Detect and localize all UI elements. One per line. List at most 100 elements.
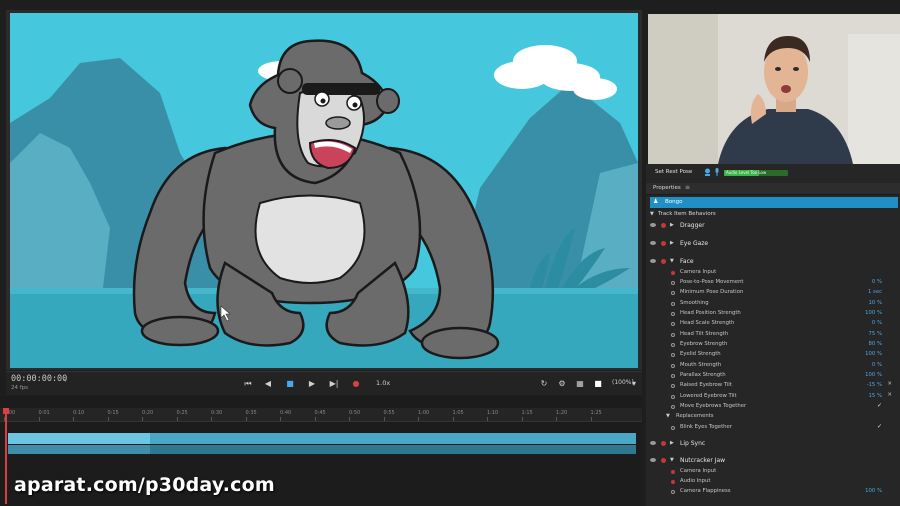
chevron-right-icon[interactable]: ▶ [670, 240, 674, 246]
behavior-row[interactable]: ▼ Face [646, 257, 900, 267]
parameter-row[interactable]: Raised Eyebrow Tilt -15 % ✕ [646, 381, 900, 391]
parameter-value[interactable]: 15 % [869, 393, 882, 399]
keyframe-icon[interactable] [671, 280, 675, 285]
microphone-icon[interactable] [714, 168, 720, 176]
parameter-value[interactable]: 100 % [865, 310, 882, 316]
close-icon[interactable]: ✕ [887, 392, 892, 398]
keyframe-icon[interactable] [671, 405, 675, 410]
playback-speed[interactable]: 1.0x [376, 379, 390, 387]
background-toggle-button[interactable]: ■ [592, 378, 604, 390]
record-icon[interactable] [671, 479, 675, 484]
play-button[interactable]: ▶ [306, 378, 318, 390]
zoom-menu-button[interactable]: ▾ [628, 378, 640, 390]
keyframe-icon[interactable] [671, 301, 675, 306]
chevron-right-icon[interactable]: ▶ [670, 440, 674, 446]
keyframe-icon[interactable] [671, 363, 675, 368]
track-item-behaviors-header[interactable]: ▼ Track Item Behaviors [646, 209, 900, 219]
parameter-row[interactable]: Pose-to-Pose Movement 0 % [646, 278, 900, 288]
eye-icon[interactable] [650, 241, 656, 245]
timecode-menu-icon[interactable]: ▾ [64, 377, 67, 384]
parameter-value[interactable]: 10 % [869, 300, 882, 306]
parameter-row[interactable]: Head Position Strength 100 % [646, 309, 900, 319]
eye-icon[interactable] [650, 223, 656, 227]
checkbox[interactable]: ✓ [877, 423, 882, 430]
parameter-row[interactable]: Camera Input [646, 268, 900, 278]
parameter-row[interactable]: Minimum Pose Duration 1 sec [646, 288, 900, 298]
parameter-row[interactable]: Lowered Eyebrow Tilt 15 % ✕ [646, 392, 900, 402]
parameter-value[interactable]: 0 % [872, 362, 882, 368]
parameter-value[interactable]: 100 % [865, 351, 882, 357]
parameter-row[interactable]: Head Scale Strength 0 % [646, 319, 900, 329]
parameter-value[interactable]: 100 % [865, 372, 882, 378]
keyframe-icon[interactable] [671, 425, 675, 430]
parameter-row[interactable]: Camera Input [646, 467, 900, 477]
keyframe-icon[interactable] [671, 490, 675, 495]
settings-button[interactable]: ⚙ [556, 378, 568, 390]
time-ruler[interactable]: 0:00 0:01 0:10 0:15 0:20 0:25 0:30 0:35 0:40 0:45… [0, 408, 642, 422]
parameter-value[interactable]: 100 % [865, 488, 882, 494]
view-button[interactable]: ▦ [574, 378, 586, 390]
keyframe-icon[interactable] [671, 384, 675, 389]
timeline-track[interactable] [8, 445, 636, 454]
parameter-row[interactable]: Parallax Strength 100 % [646, 371, 900, 381]
keyframe-icon[interactable] [671, 394, 675, 399]
parameter-row[interactable]: Move Eyebrows Together ✓ [646, 402, 900, 412]
scene-canvas[interactable] [10, 13, 638, 368]
keyframe-icon[interactable] [671, 332, 675, 337]
record-icon[interactable] [661, 259, 666, 264]
parameter-row[interactable]: Blink Eyes Together ✓ [646, 423, 900, 433]
step-forward-button[interactable]: ▶| [328, 378, 340, 390]
menu-icon[interactable]: ≡ [685, 184, 690, 191]
parameter-row[interactable]: Eyelid Strength 100 % [646, 350, 900, 360]
parameter-row[interactable]: Audio Input [646, 477, 900, 487]
checkbox[interactable]: ✓ [877, 402, 882, 409]
keyframe-icon[interactable] [671, 374, 675, 378]
record-icon[interactable] [661, 441, 666, 447]
behavior-row[interactable]: ▶ Lip Sync [646, 439, 900, 449]
parameter-value[interactable]: 80 % [869, 341, 882, 347]
parameter-row[interactable]: Smoothing 10 % [646, 299, 900, 309]
parameter-value[interactable]: 0 % [872, 279, 882, 285]
timeline-track[interactable] [8, 433, 636, 444]
chevron-down-icon[interactable]: ▼ [670, 258, 674, 264]
keyframe-icon[interactable] [671, 322, 675, 327]
parameter-value[interactable]: -15 % [867, 382, 882, 388]
keyframe-icon[interactable] [671, 353, 675, 358]
parameter-row[interactable]: Eyebrow Strength 80 % [646, 340, 900, 350]
timecode[interactable]: 00:00:00:00 [11, 374, 67, 384]
eye-icon[interactable] [650, 259, 656, 263]
record-icon[interactable] [661, 458, 666, 464]
keyframe-icon[interactable] [671, 291, 675, 296]
step-back-button[interactable]: ◀ [262, 378, 274, 390]
set-rest-pose-button[interactable]: Set Rest Pose [655, 169, 692, 175]
behavior-row[interactable]: ▶ Dragger [646, 221, 900, 231]
record-icon[interactable] [661, 241, 666, 246]
playhead-handle[interactable] [3, 408, 9, 414]
camera-icon[interactable] [704, 168, 711, 176]
go-to-start-button[interactable]: ⏮ [242, 378, 254, 390]
keyframe-icon[interactable] [671, 311, 675, 316]
stop-button[interactable]: ■ [284, 378, 296, 390]
parameter-row[interactable]: Camera Flappiness 100 % [646, 487, 900, 497]
record-icon[interactable] [671, 469, 675, 474]
loop-button[interactable]: ↻ [538, 378, 550, 390]
record-icon[interactable] [671, 270, 675, 275]
parameter-value[interactable]: 1 sec [868, 289, 882, 295]
parameter-row[interactable]: Head Tilt Strength 75 % [646, 330, 900, 340]
behavior-row[interactable]: ▶ Eye Gaze [646, 239, 900, 249]
playhead[interactable] [5, 408, 7, 504]
parameter-row[interactable]: Mouth Strength 0 % [646, 361, 900, 371]
record-icon[interactable] [661, 223, 666, 228]
parameter-value[interactable]: 0 % [872, 320, 882, 326]
eye-icon[interactable] [650, 441, 656, 446]
parameter-value[interactable]: 75 % [869, 331, 882, 337]
replacements-row[interactable]: ▼ Replacements [646, 412, 900, 422]
record-button[interactable]: ● [350, 378, 362, 390]
chevron-down-icon[interactable]: ▼ [670, 457, 674, 463]
close-icon[interactable]: ✕ [887, 381, 892, 387]
keyframe-icon[interactable] [671, 342, 675, 347]
behavior-row[interactable]: ▼ Nutcracker Jaw [646, 456, 900, 466]
chevron-right-icon[interactable]: ▶ [670, 222, 674, 228]
eye-icon[interactable] [650, 458, 656, 463]
puppet-row[interactable]: ♟ Bongo [650, 197, 898, 208]
